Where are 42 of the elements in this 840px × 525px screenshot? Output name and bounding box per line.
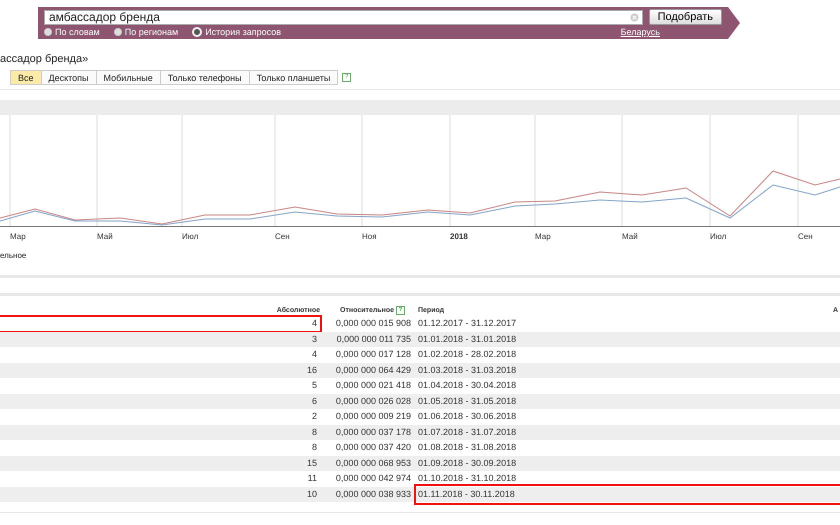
- table-cell: 01.05.2018 - 31.05.2018: [415, 394, 840, 409]
- axis-label: Мар: [535, 232, 551, 241]
- legend-label: ельное: [0, 251, 26, 260]
- table-cell: 8: [0, 424, 330, 440]
- table-cell: 01.03.2018 - 31.03.2018: [415, 362, 840, 378]
- device-tab[interactable]: Мобильные: [96, 70, 161, 85]
- axis-label: Ноя: [362, 232, 377, 241]
- table-cell: 01.07.2018 - 31.07.2018: [415, 424, 840, 440]
- axis-label: Май: [622, 232, 638, 241]
- axis-label: Сен: [798, 232, 813, 241]
- table-cell: 15: [0, 456, 330, 471]
- table-cell: 0,000 000 068 953: [330, 456, 415, 471]
- axis-label: Сен: [275, 232, 290, 241]
- device-tab[interactable]: Десктопы: [40, 70, 97, 85]
- table-cell: 6: [0, 394, 330, 409]
- table-cell: 0,000 000 037 178: [330, 424, 415, 440]
- mode-radio[interactable]: По регионам: [114, 27, 178, 37]
- mode-radio[interactable]: История запросов: [192, 27, 281, 37]
- device-tab[interactable]: Все: [10, 70, 42, 85]
- axis-label: Май: [97, 232, 113, 241]
- table-cell: 0,000 000 038 933: [330, 486, 415, 502]
- mode-radio[interactable]: По словам: [44, 27, 100, 37]
- table-cell: 01.01.2018 - 31.01.2018: [415, 332, 840, 347]
- table-cell: 10: [0, 486, 330, 502]
- table-cell: 0,000 000 064 429: [330, 362, 415, 378]
- table-cell: 0,000 000 026 028: [330, 394, 415, 409]
- search-field[interactable]: амбассадор бренда: [44, 10, 643, 24]
- axis-label: Июл: [182, 232, 198, 241]
- region-link[interactable]: Беларусь: [620, 27, 660, 37]
- clear-icon[interactable]: [630, 12, 639, 22]
- table-cell: 0,000 000 011 735: [330, 332, 415, 347]
- table-cell: 01.11.2018 - 30.11.2018: [415, 486, 840, 502]
- axis-label: Мар: [10, 232, 26, 241]
- table-cell: 16: [0, 362, 330, 378]
- page-heading: ассадор бренда»: [0, 53, 90, 65]
- axis-label: 2018: [450, 232, 468, 241]
- axis-label: Июл: [710, 232, 726, 241]
- device-tab[interactable]: Только телефоны: [160, 70, 250, 85]
- submit-button[interactable]: Подобрать: [648, 9, 722, 25]
- device-tab[interactable]: Только планшеты: [248, 70, 338, 85]
- table-cell: 3: [0, 332, 330, 347]
- table-cell: 01.09.2018 - 30.09.2018: [415, 456, 840, 471]
